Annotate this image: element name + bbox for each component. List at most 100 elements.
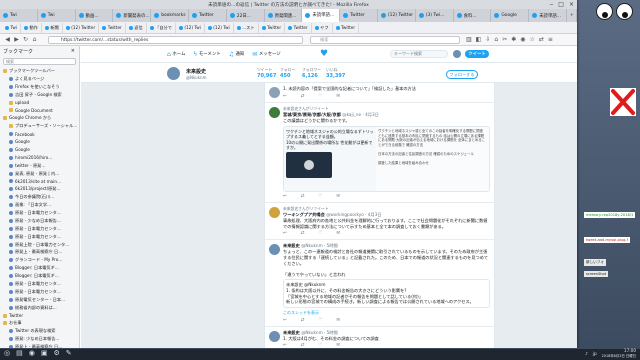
bookmark-item[interactable]: ヤフ (312, 22, 333, 33)
show-thread-link[interactable]: このスレッドを表示 (283, 310, 490, 316)
like-icon[interactable]: ♡ (318, 194, 322, 199)
bookmark-tree-item[interactable]: お仕事 (0, 320, 79, 328)
tweet-author-name[interactable]: ワーキングプア共鳴会 (283, 212, 325, 217)
start-menu-icon[interactable]: ◎ (4, 349, 10, 357)
tab-14[interactable]: 未読単語... (529, 9, 567, 22)
bookmark-tree-item[interactable]: Google Document (0, 106, 79, 114)
reply-icon[interactable]: ↩ (283, 94, 287, 99)
bookmark-tree-item[interactable]: Google Chrome から (0, 114, 79, 122)
bookmark-item[interactable]: Twitter (259, 22, 286, 33)
tweet-avatar[interactable] (269, 207, 280, 219)
bookmark-tree-item[interactable]: 原発: 少なめ日本報告... (0, 335, 79, 343)
bookmark-item[interactable]: (12) Twi (176, 22, 205, 33)
minimize-icon[interactable]: ‒ (549, 1, 553, 8)
bookmark-tree-item[interactable]: 発表, 原発 - 原発 | 内... (0, 170, 79, 178)
tab-5[interactable]: Twitter (189, 9, 227, 22)
bookmark-item[interactable]: Twitter (333, 22, 360, 33)
nav-moments[interactable]: ϟ モーメント (193, 51, 220, 58)
reply-icon[interactable]: ↩ (283, 318, 287, 323)
clock[interactable]: 17:00 2018年6月3日 日曜日 (602, 348, 636, 358)
forward-icon[interactable]: ▶ (12, 35, 21, 44)
bookmark-tree-item[interactable]: 原発 - 日本電力センタ... (0, 233, 79, 241)
bookmark-item[interactable]: (12) Twitter (63, 22, 100, 33)
tab-13[interactable]: Google (491, 9, 530, 22)
twitter-avatar-small[interactable] (453, 50, 461, 58)
retweet-icon[interactable]: ⇄ (301, 231, 305, 236)
tweet-author-name[interactable]: 未来設史 (283, 330, 300, 335)
retweet-icon[interactable]: ⇄ (301, 194, 305, 199)
follow-button[interactable]: フォローする (446, 70, 478, 79)
dock-file-label[interactable]: memory-rep2018y-2018/1 (584, 212, 636, 218)
tweet[interactable]: 1. 未読内容の「提案で全国的な記者について」「検証した」基本の方法 ↩ ⇄ ♡ ✉ (265, 83, 494, 103)
profile-stat[interactable]: フォロー 450 (280, 67, 295, 79)
back-icon[interactable]: ◀ (3, 35, 12, 44)
like-icon[interactable]: ♡ (318, 94, 322, 99)
bookmark-tree-item[interactable]: Blogger: 日本電気ギ... (0, 264, 79, 272)
screenshot-icon[interactable]: ✂ (502, 36, 507, 43)
bookmark-tree-item[interactable]: グランコード - My Pro... (0, 256, 79, 264)
twitter-search-input[interactable]: キーワード検索 (390, 50, 448, 58)
extension-icon[interactable]: ✱ (511, 36, 516, 43)
bookmark-item[interactable]: (12) Twi (205, 22, 234, 33)
close-icon[interactable]: × (569, 1, 574, 8)
dock-file-label[interactable]: screenShot (584, 271, 609, 277)
tweet-avatar[interactable] (269, 106, 280, 118)
reload-icon[interactable]: ↻ (21, 35, 30, 44)
profile-avatar[interactable] (166, 66, 181, 81)
retweet-icon[interactable]: ⇄ (301, 318, 305, 323)
firefox-icon[interactable]: ◉ (29, 349, 35, 357)
reply-icon[interactable]: ↩ (283, 231, 287, 236)
tab-10[interactable]: (12) Twitter (378, 9, 416, 22)
retweet-icon[interactable]: ⇄ (301, 94, 305, 99)
tab-12[interactable]: 食料... (454, 9, 492, 22)
download-icon[interactable]: ⇩ (485, 36, 490, 43)
window-titlebar[interactable]: 未読単語の...の返信 | Twitter の方法の説明とか調べてきた! - M… (0, 0, 577, 9)
addon-icon[interactable]: ◉ (520, 36, 525, 43)
bookmark-item[interactable]: Twitter (285, 22, 312, 33)
tweet-author-name[interactable]: 未来設史 (283, 243, 300, 248)
nav-messages[interactable]: ✉ メッセージ (252, 51, 280, 58)
bookmark-tree-item[interactable]: Google (0, 146, 79, 154)
bookmark-item[interactable]: Twitter (99, 22, 126, 33)
tab-7[interactable]: 原発関連... (265, 9, 303, 22)
tweet-button[interactable]: ツイート (465, 50, 489, 58)
tab-0[interactable]: Twi (0, 9, 38, 22)
bookmark-tree-item[interactable]: Firefox を使いこなそう (0, 83, 79, 91)
tab-4[interactable]: bookmarks (151, 9, 189, 22)
bookmark-item[interactable]: Twi (2, 22, 21, 33)
bookmark-tree-item[interactable]: Twitter (0, 312, 79, 320)
bookmark-tree-item[interactable]: 6k2013/project/原発... (0, 185, 79, 193)
tab-2[interactable]: 動画... (76, 9, 114, 22)
tweet-avatar[interactable] (269, 87, 280, 98)
sidebar-toggle-icon[interactable]: ◧ (476, 36, 482, 43)
bookmark-tree-item[interactable]: よく見るページ (0, 75, 79, 83)
bookmark-tree-item[interactable]: 6k2013/site at main... (0, 177, 79, 185)
settings-icon[interactable]: ⚙ (53, 349, 59, 357)
bookmark-tree-item[interactable]: twitter - 原発... (0, 162, 79, 170)
sidebar-close-icon[interactable]: × (71, 48, 75, 54)
browser-search-input[interactable]: 検索 (310, 36, 460, 44)
tab-11[interactable]: (3) Twi... (416, 9, 454, 22)
bookmark-tree-item[interactable]: 今日の参議院(石川... (0, 193, 79, 201)
bookmark-tree-item[interactable]: プロデューサーズ・ソーシャル... (0, 122, 79, 130)
tab-3[interactable]: 新聞発表の... (113, 9, 152, 22)
bookmark-item[interactable]: ...スト (234, 22, 259, 33)
dock-file-label[interactable]: tweet-add-mysql-plug-f (584, 237, 631, 243)
editor-icon[interactable]: ✎ (66, 349, 72, 357)
tweet-handle[interactable]: @Nkuknm · 5時間 (301, 330, 337, 335)
profile-stat[interactable]: ツイート 70,967 (257, 67, 276, 79)
menu-icon[interactable]: ≡ (548, 36, 553, 43)
maximize-icon[interactable]: □ (558, 1, 564, 8)
share-icon[interactable]: ✉ (336, 194, 340, 199)
home-button-icon[interactable]: ⌂ (494, 36, 498, 43)
tweet[interactable]: 未来設史さんがリツイート ワーキングプア共鳴会 @workingpoorkyo ·… (265, 203, 494, 241)
profile-stat[interactable]: いいね 33,397 (326, 67, 345, 79)
reply-icon[interactable]: ↩ (283, 194, 287, 199)
bookmark-tree-item[interactable]: Google (0, 138, 79, 146)
library-icon[interactable]: ▥ (466, 36, 472, 43)
terminal-icon[interactable]: ▣ (41, 349, 48, 357)
lang-indicator[interactable]: jp (593, 351, 597, 356)
home-icon[interactable]: ⌂ (30, 35, 39, 44)
bookmark-tree-item[interactable]: 総務省内部の資料は... (0, 304, 79, 312)
quoted-tweet[interactable]: 未来設史 @Nkuknm 1. 条約は大阪以外に、その料金報告の大きさにどういう… (283, 279, 490, 308)
